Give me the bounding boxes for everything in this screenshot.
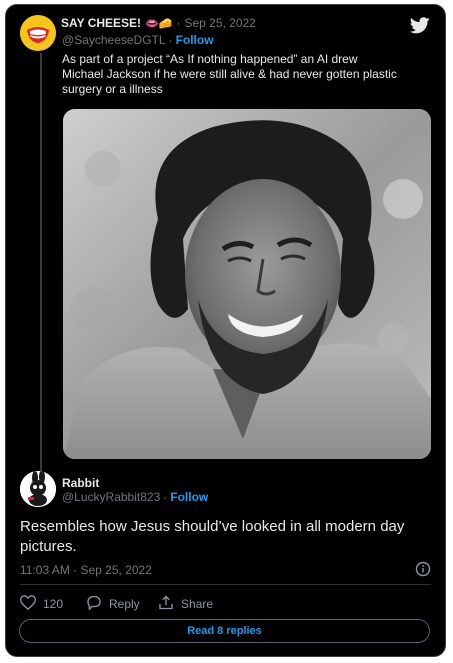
twitter-bird-icon[interactable] <box>409 17 430 39</box>
thread-connector-line <box>40 53 42 473</box>
tweet-author-name[interactable]: SAY CHEESE! <box>61 16 141 30</box>
tweet-photo[interactable] <box>63 109 431 459</box>
reply-bubble-icon <box>86 595 102 613</box>
like-action[interactable]: 120 <box>19 595 64 613</box>
reply-text: Resembles how Jesus should’ve looked in … <box>20 518 405 555</box>
tweet-author-handle[interactable]: @SaycheeseDGTL <box>62 33 166 47</box>
header-separator: · <box>176 16 181 30</box>
read-replies-button[interactable]: Read 8 replies <box>19 619 430 643</box>
handle-separator: · <box>168 33 173 47</box>
reply-author-handle[interactable]: @LuckyRabbit823 <box>62 490 160 504</box>
reply-follow-button[interactable]: Follow <box>170 490 208 504</box>
reply-action[interactable]: Reply <box>86 595 140 613</box>
tweet-text: As part of a project “As If nothing happ… <box>62 52 397 96</box>
author-name-emojis: 👄🧀 <box>145 17 173 30</box>
heart-icon <box>19 595 37 613</box>
say-cheese-avatar[interactable] <box>20 15 56 51</box>
embedded-tweet-card: SAY CHEESE! 👄🧀 · Sep 25, 2022 @Saycheese… <box>5 4 446 657</box>
rabbit-avatar[interactable] <box>20 471 56 507</box>
reply-handle-separator: · <box>163 490 168 504</box>
tweet-date[interactable]: Sep 25, 2022 <box>184 16 255 30</box>
info-icon[interactable] <box>415 561 431 582</box>
like-count: 120 <box>43 597 64 611</box>
divider <box>20 584 431 585</box>
share-label: Share <box>181 597 214 611</box>
reply-label: Reply <box>109 597 140 611</box>
follow-button[interactable]: Follow <box>176 33 214 47</box>
share-icon <box>158 595 174 613</box>
reply-author-name[interactable]: Rabbit <box>62 476 99 490</box>
reply-timestamp[interactable]: 11:03 AM · Sep 25, 2022 <box>20 563 152 577</box>
share-action[interactable]: Share <box>158 595 213 613</box>
